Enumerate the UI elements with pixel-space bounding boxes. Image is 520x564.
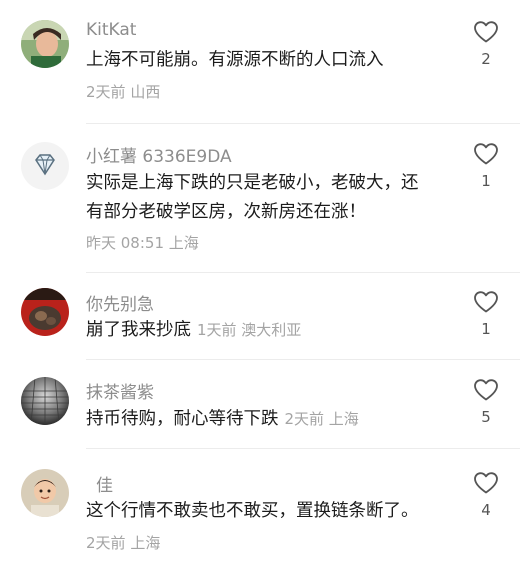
comment-location: 山西 [130,83,161,101]
comment-text-line: 实际是上海下跌的只是老破小，老破大，还 [86,173,419,193]
like-button[interactable]: 5 [468,378,504,426]
comment-location: 上海 [130,534,161,552]
comment-location: 上海 [168,234,199,252]
comment-meta: 2天前 山西 [86,81,160,102]
avatar[interactable] [21,377,69,425]
username[interactable]: 佳 [96,471,113,496]
divider [86,272,520,273]
avatar[interactable] [21,288,69,336]
comment-text-line: 上海不可能崩。有源源不断的人口流入 [86,50,384,70]
like-count: 2 [481,50,491,68]
heart-icon [474,291,498,313]
comment-meta: 1天前 澳大利亚 [197,321,302,339]
like-button[interactable]: 1 [468,290,504,338]
user-photo-icon [21,288,69,336]
heart-icon [474,379,498,401]
heart-icon [474,21,498,43]
comment-meta: 2天前 上海 [284,410,359,428]
like-button[interactable]: 4 [468,471,504,519]
heart-icon [474,143,498,165]
user-photo-icon [21,377,69,425]
like-button[interactable]: 2 [468,20,504,68]
comment-time: 昨天 08:51 [86,234,164,252]
avatar[interactable] [21,20,69,68]
comment-text: 这个行情不敢卖也不敢买，置换链条断了。 [86,497,466,526]
user-photo-icon [21,20,69,68]
comment-text: 崩了我来抄底 1天前 澳大利亚 [86,316,466,345]
avatar[interactable] [21,142,69,190]
username[interactable]: 抹茶酱紫 [86,378,154,403]
like-count: 1 [481,172,491,190]
comment-text-line: 崩了我来抄底 [86,320,191,340]
comment-text: 持币待购，耐心等待下跌 2天前 上海 [86,405,466,434]
heart-icon [474,472,498,494]
like-count: 5 [481,408,491,426]
comment-text: 实际是上海下跌的只是老破小，老破大，还 有部分老破学区房，次新房还在涨！ [86,169,466,227]
avatar[interactable] [21,469,69,517]
like-button[interactable]: 1 [468,142,504,190]
divider [86,448,520,449]
username[interactable]: 小红薯 6336E9DA [86,142,232,167]
like-count: 4 [481,501,491,519]
comment-meta: 昨天 08:51 上海 [86,232,199,253]
comment-time: 2天前 [86,83,126,101]
comment-text-line: 这个行情不敢卖也不敢买，置换链条断了。 [86,501,419,521]
comment-text-line: 有部分老破学区房，次新房还在涨！ [86,202,366,222]
comment-time: 2天前 [86,534,126,552]
divider [86,359,520,360]
comment-text: 上海不可能崩。有源源不断的人口流入 [86,46,466,75]
diamond-icon [21,142,69,190]
user-photo-icon [21,469,69,517]
like-count: 1 [481,320,491,338]
comment-meta: 2天前 上海 [86,532,160,553]
comment-text-line: 持币待购，耐心等待下跌 [86,409,279,429]
divider [86,123,520,124]
username[interactable]: 你先别急 [86,290,154,315]
username[interactable]: KitKat [86,20,136,40]
